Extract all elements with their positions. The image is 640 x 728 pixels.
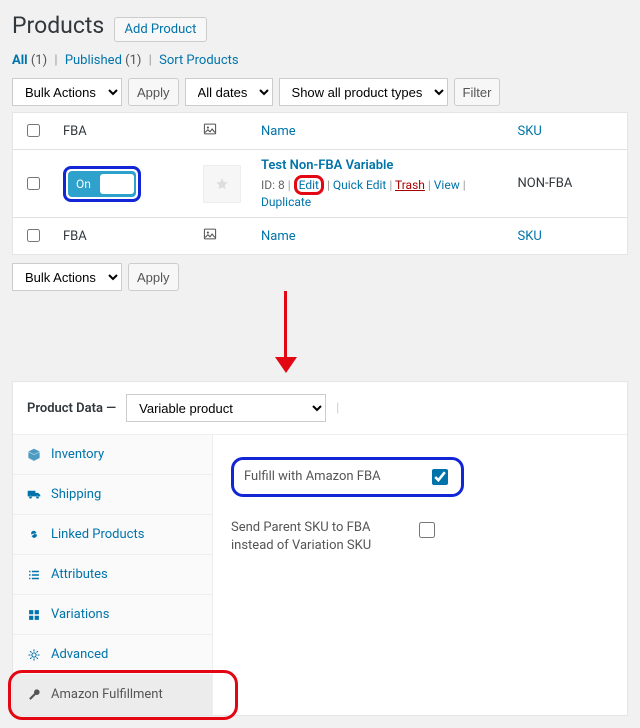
product-data-tabs: Inventory Shipping Linked Products Attri… [13,435,213,715]
add-product-button[interactable]: Add Product [114,17,208,42]
select-all-checkbox[interactable] [27,124,40,137]
bulk-actions-select-bottom[interactable]: Bulk Actions [12,263,122,291]
gear-icon [27,648,41,662]
apply-bulk-button[interactable]: Apply [128,78,179,106]
fba-toggle-label: On [76,177,91,191]
duplicate-link[interactable]: Duplicate [261,195,311,209]
annotation-arrow [12,291,628,381]
date-filter-select[interactable]: All dates [185,78,273,106]
image-icon [203,227,217,241]
parent-sku-checkbox[interactable] [419,522,435,538]
filter-all-link[interactable]: All [12,53,28,68]
tab-shipping[interactable]: Shipping [13,475,212,515]
status-filter-links: All (1) | Published (1) | Sort Products [12,53,628,68]
product-type-select[interactable]: Show all product types [279,78,448,106]
product-data-heading: Product Data — [27,401,116,416]
highlight-fulfill-option: Fulfill with Amazon FBA [231,457,464,497]
bulk-actions-select[interactable]: Bulk Actions [12,78,122,106]
table-row: On Test Non-FBA Variable ID: 8 | Edit [13,150,628,218]
tab-amazon-fulfillment[interactable]: Amazon Fulfillment [13,675,212,715]
select-all-checkbox-foot[interactable] [27,229,40,242]
inventory-icon [27,448,41,462]
apply-bulk-button-bottom[interactable]: Apply [128,263,179,291]
row-actions: ID: 8 | Edit | Quick Edit | Trash | View… [261,175,498,209]
product-type-dropdown[interactable]: Variable product [126,394,326,422]
trash-link[interactable]: Trash [395,178,425,192]
col-fba-footer: FBA [53,218,193,255]
product-data-panel: Fulfill with Amazon FBA Send Parent SKU … [213,435,627,715]
tab-advanced[interactable]: Advanced [13,635,212,675]
filter-all-count: (1) [31,53,47,68]
filter-published-link[interactable]: Published [65,53,122,68]
bottom-bulk-actions: Bulk Actions Apply [12,263,628,291]
products-table: FBA Name SKU On [12,112,628,255]
link-icon [27,528,41,542]
col-sku-header[interactable]: SKU [518,124,542,139]
list-icon [27,568,41,582]
filter-published-count: (1) [125,53,141,68]
placeholder-icon [215,177,229,191]
highlight-toggle: On [63,166,141,202]
view-link[interactable]: View [434,178,460,192]
row-select-checkbox[interactable] [27,177,40,190]
truck-icon [27,488,41,502]
top-filters: Bulk Actions Apply All dates Show all pr… [12,78,628,106]
fulfill-fba-checkbox[interactable] [432,469,448,485]
tab-inventory[interactable]: Inventory [13,435,212,475]
fulfill-fba-label: Fulfill with Amazon FBA [244,468,414,486]
filter-button[interactable]: Filter [454,78,501,106]
tab-variations[interactable]: Variations [13,595,212,635]
col-fba-header: FBA [53,113,193,150]
product-title-link[interactable]: Test Non-FBA Variable [261,158,393,173]
fba-toggle[interactable]: On [68,171,136,197]
product-thumbnail[interactable] [203,165,241,203]
tab-attributes[interactable]: Attributes [13,555,212,595]
col-image-footer[interactable] [193,218,251,255]
fba-toggle-knob [100,174,134,194]
product-data-box: Product Data — Variable product | Invent… [12,381,628,716]
highlight-edit: Edit [294,175,324,195]
page-title: Products [12,12,104,39]
col-name-header[interactable]: Name [261,124,296,139]
tab-linked-products[interactable]: Linked Products [13,515,212,555]
wrench-icon [27,688,41,702]
grid-icon [27,608,41,622]
parent-sku-label: Send Parent SKU to FBA instead of Variat… [231,519,401,555]
row-id: ID: 8 [261,178,285,192]
edit-link[interactable]: Edit [299,178,319,192]
quick-edit-link[interactable]: Quick Edit [333,178,386,192]
sort-products-link[interactable]: Sort Products [159,53,239,68]
col-image-header[interactable] [193,113,251,150]
image-icon [203,122,217,136]
row-sku: NON-FBA [508,150,628,218]
col-name-footer[interactable]: Name [261,229,296,244]
col-sku-footer[interactable]: SKU [518,229,542,244]
